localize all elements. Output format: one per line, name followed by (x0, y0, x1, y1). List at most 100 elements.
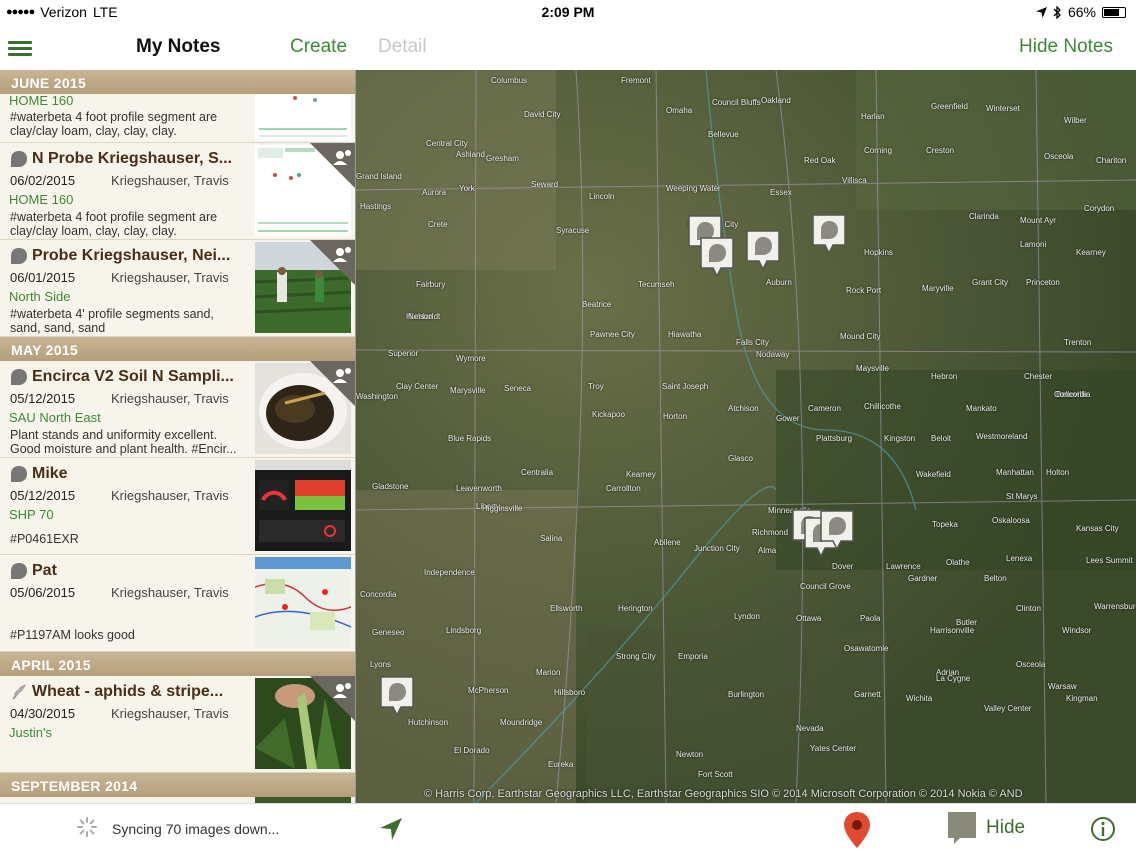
map-city-label: Holton (1046, 468, 1070, 477)
map-city-label: Central City (426, 139, 468, 148)
note-body: #P0461EXR (10, 532, 79, 546)
map-city-label: Leavenworth (456, 484, 502, 493)
map-city-label: St Marys (1006, 492, 1038, 501)
list-item[interactable]: Probe Kriegshauser, Nei... 06/01/2015 Kr… (0, 240, 355, 337)
map-city-label: Red Oak (804, 156, 836, 165)
map-city-label: Chester (1024, 372, 1053, 381)
map-view[interactable]: Columbus Fremont David City Omaha Council Bl… (356, 70, 1136, 803)
map-city-label: Kearney (1076, 248, 1106, 257)
hide-notes-button[interactable]: Hide Notes (1019, 36, 1113, 58)
map-city-label: Chariton (1096, 156, 1127, 165)
page-title: My Notes (136, 36, 221, 57)
list-item[interactable]: Wheat - aphids & stripe... 04/30/2015 Kr… (0, 676, 355, 773)
shared-people-icon (310, 676, 355, 721)
map-city-label: Aurora (422, 188, 447, 197)
map-city-label: Gresham (486, 154, 519, 163)
map-city-label: Washington (356, 392, 398, 401)
map-city-label: Marion (536, 668, 561, 677)
map-city-label: Higginsville (482, 504, 523, 513)
map-city-label: Columbus (491, 76, 528, 85)
map-city-label: Hiawatha (668, 330, 702, 339)
map-city-label: Omaha (666, 106, 693, 115)
map-city-label: Saint Joseph (662, 382, 709, 391)
map-note-pin[interactable] (698, 235, 736, 279)
note-body: #waterbeta 4 foot profile segment are cl… (10, 210, 218, 238)
map-city-label: Oskaloosa (992, 516, 1030, 525)
map-note-pin[interactable] (744, 228, 782, 272)
note-pin-icon (11, 466, 27, 482)
map-city-label: Bellevue (708, 130, 739, 139)
note-pin-icon (11, 563, 27, 579)
map-city-label: Fremont (621, 76, 651, 85)
map-city-label: Cameron (808, 404, 841, 413)
map-city-label: Nevada (796, 724, 824, 733)
map-city-label: Clarinda (969, 212, 999, 221)
note-location: HOME 160 (9, 192, 74, 207)
note-body: #P1197AM looks good (10, 628, 135, 642)
map-city-label: Westmoreland (976, 432, 1028, 441)
list-item[interactable]: Pat 05/06/2015 Kriegshauser, Travis #P11… (0, 555, 355, 652)
map-city-label: Weeping Water (666, 184, 721, 193)
note-body: #waterbeta 4 foot profile segment are cl… (10, 110, 218, 138)
battery-icon (1102, 6, 1126, 18)
map-city-label: Glasco (728, 454, 753, 463)
map-city-label: Ashland (456, 150, 485, 159)
map-city-label: Olathe (946, 558, 970, 567)
list-item[interactable]: Mike 05/12/2015 Kriegshauser, Travis SHP… (0, 458, 355, 555)
map-city-label: Grant City (972, 278, 1009, 287)
map-city-label: Greenfield (931, 102, 968, 111)
map-city-label: Moundridge (500, 718, 543, 727)
map-city-label: Newton (676, 750, 704, 759)
list-item[interactable]: HOME 160 #waterbeta 4 foot profile segme… (0, 93, 355, 143)
map-city-label: Seneca (504, 384, 532, 393)
hide-button[interactable]: Hide (946, 810, 1025, 846)
map-note-pin[interactable] (818, 508, 856, 552)
map-city-label: Winterset (986, 104, 1020, 113)
note-author: Kriegshauser, Travis (111, 270, 229, 285)
notes-list[interactable]: JUNE 2015 HOME 160 #waterbeta 4 foot pro… (0, 70, 356, 803)
map-city-label: Pawnee City (590, 330, 635, 339)
note-flag-icon (948, 812, 976, 844)
info-icon[interactable] (1090, 816, 1116, 842)
current-location-icon[interactable] (378, 816, 404, 842)
list-item[interactable]: Encirca V2 Soil N Sampli... 05/12/2015 K… (0, 361, 355, 458)
note-title: Mike (10, 465, 246, 483)
map-city-label: York (459, 184, 475, 193)
map-city-label: Geneseo (372, 628, 405, 637)
note-location: SHP 70 (9, 507, 54, 522)
wheat-icon (12, 684, 26, 700)
map-city-label: Hillsboro (554, 688, 586, 697)
note-date: 05/12/2015 (10, 391, 76, 406)
map-city-label: Lawrence (886, 562, 921, 571)
map-city-label: Osawatomie (844, 644, 889, 653)
map-city-label: Oakland (761, 96, 791, 105)
note-location: Justin's (9, 725, 52, 740)
drop-pin-icon[interactable] (842, 810, 872, 850)
map-city-label: Council Bluffs (712, 98, 761, 107)
menu-icon[interactable] (8, 41, 32, 57)
map-city-label: Fort Scott (698, 770, 733, 779)
map-city-label: Hastings (360, 202, 392, 211)
map-city-label: Harlan (861, 112, 885, 121)
map-note-pin[interactable] (378, 674, 416, 718)
map-note-pin[interactable] (810, 212, 848, 256)
map-city-label: Carrollton (606, 484, 641, 493)
map-city-label: Kansas City (1076, 524, 1119, 533)
battery-percent: 66% (1067, 4, 1096, 20)
map-city-label: Corning (864, 146, 893, 155)
map-city-label: Mankato (966, 404, 997, 413)
note-thumbnail (255, 94, 351, 141)
note-title: Probe Kriegshauser, Nei... (10, 247, 246, 265)
list-item[interactable]: N Probe Kriegshauser, S... 06/02/2015 Kr… (0, 143, 355, 240)
map-city-label: Blue Rapids (448, 434, 492, 443)
section-header: SEPTEMBER 2014 (0, 773, 355, 797)
tab-detail[interactable]: Detail (378, 36, 427, 58)
tab-create[interactable]: Create (290, 36, 347, 58)
map-city-label: Richmond (752, 528, 789, 537)
section-header: MAY 2015 (0, 337, 355, 361)
map-city-label: Maysville (856, 364, 889, 373)
map-city-label: Gower (776, 414, 800, 423)
map-city-label: Rock Port (846, 286, 882, 295)
map-city-label: Lees Summit (1086, 556, 1133, 565)
map-city-label: Clay Center (396, 382, 439, 391)
